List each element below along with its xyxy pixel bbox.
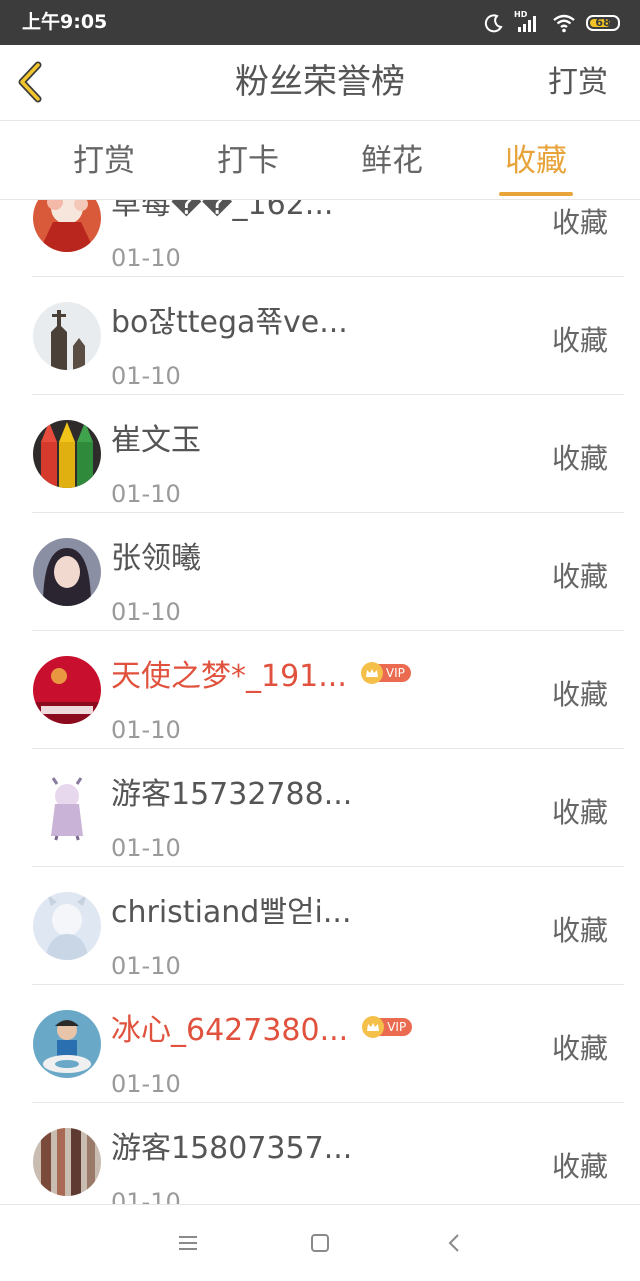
list-item[interactable]: 天使之梦*_191... VIP 01-10 收藏	[0, 631, 640, 749]
moon-icon	[484, 13, 503, 32]
name-line: 张领曦	[111, 533, 201, 577]
status-icons: HD 68	[484, 0, 620, 45]
list-item[interactable]: 游客15807357... 01-10 收藏	[0, 1103, 640, 1204]
row-action-label: 收藏	[551, 560, 608, 593]
row-date: 01-10	[111, 1188, 181, 1204]
name-line: bo잖ttega쬮ve...	[111, 297, 348, 341]
row-date: 01-10	[111, 716, 181, 744]
tab-favorites-label: 收藏	[505, 143, 567, 179]
tab-flowers[interactable]: 鲜花	[322, 121, 462, 199]
avatar[interactable]	[33, 200, 101, 252]
menu-button[interactable]	[174, 1229, 202, 1257]
list-item[interactable]: bo잖ttega쬮ve... 01-10 收藏	[0, 277, 640, 395]
row-action-label: 收藏	[551, 1150, 608, 1183]
row-date: 01-10	[111, 598, 181, 626]
home-button[interactable]	[306, 1229, 334, 1257]
username: 冰心_6427380...	[111, 1013, 349, 1048]
username: 崔文玉	[111, 423, 201, 458]
battery-icon: 68	[586, 14, 620, 31]
row-action-label: 收藏	[551, 796, 608, 829]
system-nav-bar	[0, 1204, 640, 1281]
name-line: 游客15732788...	[111, 769, 352, 813]
avatar[interactable]	[33, 1010, 101, 1078]
status-time: 上午9:05	[22, 11, 108, 33]
tab-checkin[interactable]: 打卡	[178, 121, 318, 199]
app-header: 粉丝荣誉榜 打赏	[0, 45, 640, 121]
row-date: 01-10	[111, 362, 181, 390]
back-triangle-icon	[448, 1234, 459, 1252]
list-item[interactable]: 冰心_6427380... VIP 01-10 收藏	[0, 985, 640, 1103]
fan-list-content: 草莓��_162... 01-10 收藏 bo잖ttega쬮ve... 01-1…	[0, 200, 640, 1204]
list-item[interactable]: 崔文玉 01-10 收藏	[0, 395, 640, 513]
avatar[interactable]	[33, 420, 101, 488]
avatar[interactable]	[33, 656, 101, 724]
row-action-label: 收藏	[551, 678, 608, 711]
wifi-icon	[553, 14, 575, 32]
name-line: 游客15807357...	[111, 1123, 352, 1167]
avatar[interactable]	[33, 538, 101, 606]
avatar[interactable]	[33, 1128, 101, 1196]
list-item[interactable]: 张领曦 01-10 收藏	[0, 513, 640, 631]
username: bo잖ttega쬮ve...	[111, 305, 348, 340]
row-date: 01-10	[111, 834, 181, 862]
back-nav-button[interactable]	[440, 1229, 468, 1257]
page-title: 粉丝荣誉榜	[235, 62, 405, 102]
name-line: christiand빨얻i...	[111, 887, 352, 931]
name-line: 草莓��_162...	[111, 200, 333, 223]
list-item[interactable]: 游客15732788... 01-10 收藏	[0, 749, 640, 867]
avatar[interactable]	[33, 302, 101, 370]
status-bar: 上午9:05 HD 68	[0, 0, 640, 45]
list-item[interactable]: 草莓��_162... 01-10 收藏	[0, 200, 640, 277]
row-action-label: 收藏	[551, 442, 608, 475]
username: 天使之梦*_191...	[111, 659, 347, 694]
row-date: 01-10	[111, 244, 181, 272]
signal-icon: HD	[514, 10, 542, 34]
tab-bar: 打赏 打卡 鲜花 收藏	[0, 121, 640, 200]
battery-level: 68	[595, 15, 611, 29]
reward-button[interactable]: 打赏	[548, 45, 608, 120]
username: 张领曦	[111, 541, 201, 576]
name-line: 天使之梦*_191... VIP	[111, 651, 411, 695]
avatar[interactable]	[33, 774, 101, 842]
username: christiand빨얻i...	[111, 895, 352, 930]
tab-reward[interactable]: 打赏	[34, 121, 174, 199]
name-line: 崔文玉	[111, 415, 201, 459]
menu-icon	[179, 1236, 197, 1250]
username: 草莓��_162...	[111, 200, 334, 222]
row-action-label: 收藏	[551, 1032, 608, 1065]
avatar[interactable]	[33, 892, 101, 960]
vip-badge: VIP	[362, 1016, 413, 1038]
tab-active-indicator	[499, 192, 573, 196]
fan-list[interactable]: 草莓��_162... 01-10 收藏 bo잖ttega쬮ve... 01-1…	[0, 200, 640, 1204]
row-date: 01-10	[111, 480, 181, 508]
vip-badge: VIP	[360, 662, 411, 684]
username: 游客15732788...	[111, 777, 353, 812]
row-date: 01-10	[111, 952, 181, 980]
crown-icon	[360, 662, 383, 684]
username: 游客15807357...	[111, 1131, 353, 1166]
row-date: 01-10	[111, 1070, 181, 1098]
name-line: 冰心_6427380... VIP	[111, 1005, 413, 1049]
tab-favorites[interactable]: 收藏	[466, 121, 606, 199]
row-action-label: 收藏	[551, 206, 608, 239]
row-action-label: 收藏	[551, 324, 608, 357]
home-square-icon	[311, 1234, 329, 1252]
row-action-label: 收藏	[551, 914, 608, 947]
list-item[interactable]: christiand빨얻i... 01-10 收藏	[0, 867, 640, 985]
